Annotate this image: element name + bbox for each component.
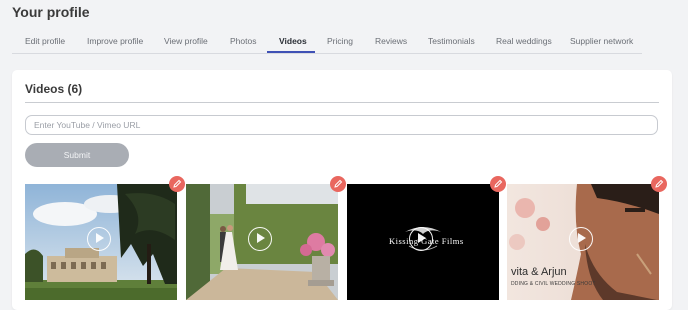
- play-icon[interactable]: [87, 227, 111, 251]
- tab-pricing[interactable]: Pricing: [327, 31, 353, 51]
- edit-video-4-button[interactable]: [651, 176, 667, 192]
- pencil-icon: [494, 179, 503, 188]
- videos-card: Videos (6) Submit: [12, 70, 672, 310]
- tab-supplier-network[interactable]: Supplier network: [570, 31, 633, 51]
- videos-heading: Videos (6): [25, 82, 83, 96]
- play-icon[interactable]: [569, 227, 593, 251]
- profile-tabs: Edit profile Improve profile View profil…: [12, 31, 642, 54]
- video-thumbnail-4[interactable]: vita & Arjun DDING & CIVIL WEDDING SHOOT: [507, 184, 659, 300]
- edit-video-2-button[interactable]: [330, 176, 346, 192]
- edit-video-3-button[interactable]: [490, 176, 506, 192]
- edit-video-1-button[interactable]: [169, 176, 185, 192]
- page-title: Your profile: [12, 4, 90, 20]
- active-tab-indicator: [267, 51, 315, 53]
- tab-edit-profile[interactable]: Edit profile: [25, 31, 65, 51]
- video-thumbnail-1[interactable]: [25, 184, 177, 300]
- tab-reviews[interactable]: Reviews: [375, 31, 407, 51]
- tab-photos[interactable]: Photos: [230, 31, 256, 51]
- pencil-icon: [655, 179, 664, 188]
- shoot-subtitle-text: DDING & CIVIL WEDDING SHOOT: [511, 281, 596, 287]
- couple-names-text: vita & Arjun: [511, 266, 567, 278]
- heading-divider: [25, 102, 659, 103]
- video-url-input[interactable]: [25, 115, 658, 135]
- pencil-icon: [173, 179, 182, 188]
- submit-button[interactable]: Submit: [25, 143, 129, 167]
- tab-real-weddings[interactable]: Real weddings: [496, 31, 552, 51]
- tab-videos[interactable]: Videos: [279, 31, 307, 51]
- play-icon[interactable]: [409, 227, 433, 251]
- tab-view-profile[interactable]: View profile: [164, 31, 208, 51]
- tab-improve-profile[interactable]: Improve profile: [87, 31, 143, 51]
- video-thumbnail-2[interactable]: [186, 184, 338, 300]
- play-icon[interactable]: [248, 227, 272, 251]
- tab-testimonials[interactable]: Testimonials: [428, 31, 475, 51]
- video-thumbnail-3[interactable]: Kissing Gate Films: [347, 184, 499, 300]
- pencil-icon: [334, 179, 343, 188]
